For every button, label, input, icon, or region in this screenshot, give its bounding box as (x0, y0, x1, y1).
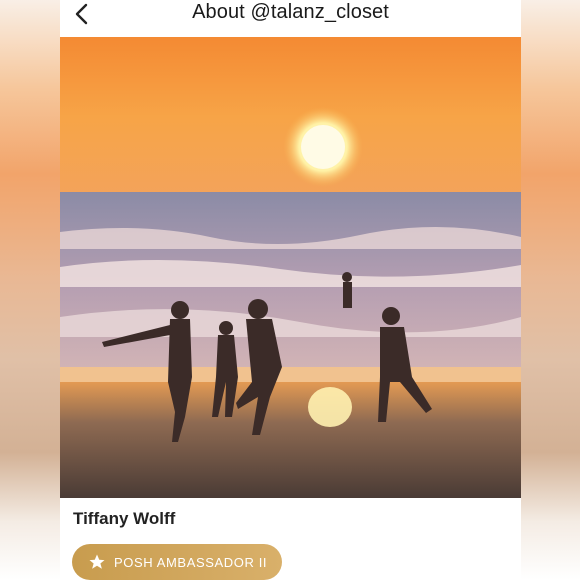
badge-label: POSH AMBASSADOR II (114, 554, 268, 570)
about-panel: About @talanz_closet Tiffany Wolff POSH … (60, 0, 521, 580)
blurred-background-left (0, 0, 60, 580)
blurred-background-right (520, 0, 580, 580)
posh-ambassador-badge[interactable]: POSH AMBASSADOR II (72, 544, 282, 580)
profile-name: Tiffany Wolff (73, 509, 176, 528)
page-title: About @talanz_closet (192, 1, 389, 23)
header-bar: About @talanz_closet (60, 0, 521, 37)
cover-photo (60, 37, 521, 498)
star-icon (89, 554, 105, 569)
